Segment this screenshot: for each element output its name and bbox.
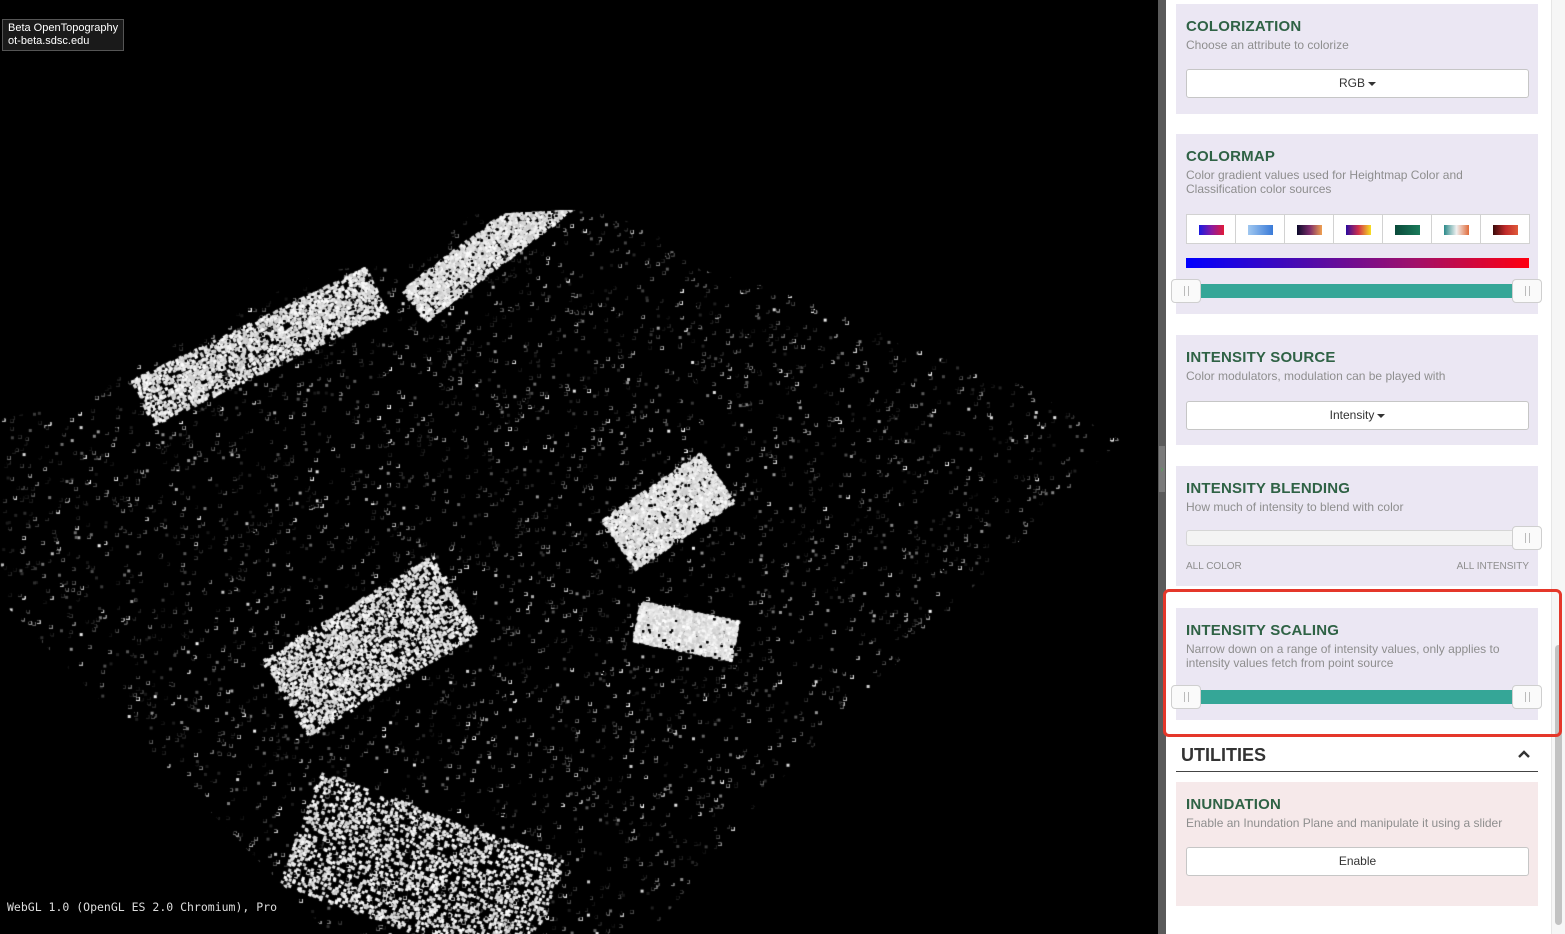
colorization-dropdown[interactable]: RGB (1186, 69, 1529, 98)
blend-label-right: ALL INTENSITY (1456, 561, 1529, 572)
panel-scrollbar[interactable] (1551, 0, 1565, 934)
intensity-source-selected: Intensity (1329, 408, 1375, 422)
swatch-gradient-chip (1395, 225, 1420, 235)
settings-panel: COLORIZATION Choose an attribute to colo… (1166, 0, 1565, 934)
site-badge: Beta OpenTopography ot-beta.sdsc.edu (2, 19, 125, 51)
caret-down-icon (1368, 81, 1376, 86)
colorization-section: COLORIZATION Choose an attribute to colo… (1176, 4, 1538, 114)
webgl-info-text: WebGL 1.0 (OpenGL ES 2.0 Chromium), Pro (7, 900, 278, 914)
colormap-description: Color gradient values used for Heightmap… (1186, 168, 1463, 196)
swatch-gradient-chip (1297, 225, 1322, 235)
badge-title: Beta OpenTopography (8, 22, 119, 34)
inundation-enable-button[interactable]: Enable (1186, 847, 1529, 876)
swatch-gradient-chip (1444, 225, 1469, 235)
caret-down-icon (1377, 413, 1386, 418)
colormap-section: COLORMAP Color gradient values used for … (1171, 134, 1542, 314)
intensity-source-dropdown[interactable]: Intensity (1186, 401, 1529, 430)
utilities-header[interactable]: UTILITIES (1176, 743, 1538, 772)
divider-handle-icon[interactable]: › (1159, 446, 1165, 492)
inundation-title: INUNDATION (1186, 796, 1282, 813)
intensity-blending-title: INTENSITY BLENDING (1186, 480, 1351, 497)
swatch-gradient-chip (1199, 225, 1224, 235)
colormap-range-track[interactable] (1186, 284, 1529, 298)
colormap-swatch-teal-dark[interactable] (1382, 214, 1432, 244)
colorization-description: Choose an attribute to colorize (1186, 38, 1349, 52)
colormap-range-max-handle[interactable] (1512, 279, 1542, 303)
intensity-source-description: Color modulators, modulation can be play… (1186, 369, 1446, 383)
swatch-gradient-chip (1248, 225, 1273, 235)
colormap-swatch-blues[interactable] (1235, 214, 1285, 244)
intensity-blending-handle[interactable] (1512, 526, 1542, 550)
colormap-swatch-row (1186, 214, 1530, 244)
colormap-swatch-plasma[interactable] (1333, 214, 1383, 244)
utilities-title: UTILITIES (1181, 745, 1266, 765)
colormap-swatch-magma[interactable] (1284, 214, 1334, 244)
chevron-up-icon[interactable] (1516, 746, 1532, 762)
point-cloud-canvas[interactable] (0, 0, 1158, 934)
colormap-range-min-handle[interactable] (1171, 279, 1201, 303)
badge-host: ot-beta.sdsc.edu (8, 35, 90, 47)
colormap-swatch-blue-red[interactable] (1186, 214, 1236, 244)
intensity-source-title: INTENSITY SOURCE (1186, 349, 1336, 366)
blend-label-left: ALL COLOR (1186, 561, 1242, 572)
swatch-gradient-chip (1346, 225, 1371, 235)
intensity-blending-description: How much of intensity to blend with colo… (1186, 500, 1404, 514)
intensity-blending-slider[interactable] (1186, 530, 1529, 546)
intensity-blending-section: INTENSITY BLENDING How much of intensity… (1176, 466, 1542, 586)
swatch-gradient-chip (1493, 225, 1518, 235)
inundation-section: INUNDATION Enable an Inundation Plane an… (1176, 782, 1538, 906)
colormap-swatch-teal-orange[interactable] (1431, 214, 1481, 244)
colormap-swatch-red-dark[interactable] (1480, 214, 1530, 244)
colormap-title: COLORMAP (1186, 148, 1276, 165)
highlight-box (1163, 589, 1562, 737)
panel-divider[interactable]: › (1158, 0, 1166, 934)
colormap-gradient-bar (1186, 258, 1529, 268)
point-cloud-viewer[interactable]: Beta OpenTopography ot-beta.sdsc.edu Web… (0, 0, 1158, 934)
colorization-title: COLORIZATION (1186, 18, 1302, 35)
colorization-selected: RGB (1338, 76, 1365, 90)
intensity-source-section: INTENSITY SOURCE Color modulators, modul… (1176, 335, 1538, 445)
inundation-description: Enable an Inundation Plane and manipulat… (1186, 816, 1503, 830)
